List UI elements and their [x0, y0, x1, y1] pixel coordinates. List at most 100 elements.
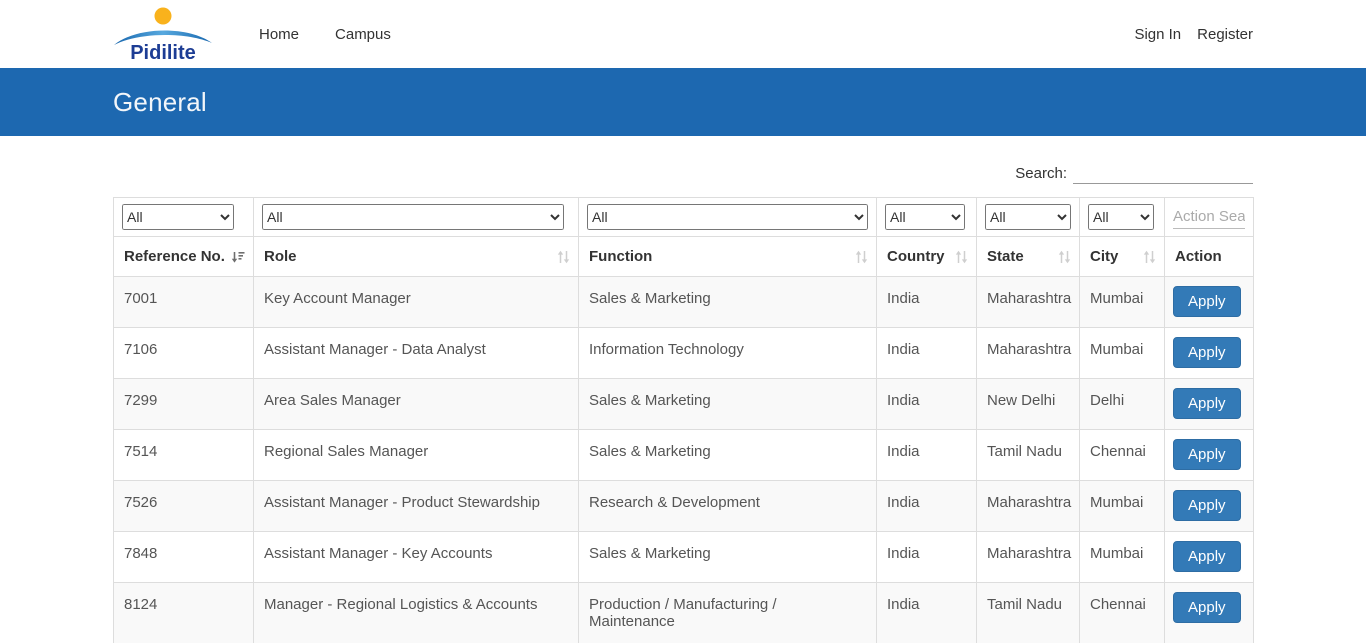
- column-label: Role: [264, 248, 297, 265]
- cell-function: Sales & Marketing: [579, 532, 877, 583]
- cell-city: Delhi: [1080, 379, 1165, 430]
- job-row: 7526 Assistant Manager - Product Steward…: [114, 481, 1254, 532]
- cell-action: Apply: [1165, 430, 1254, 481]
- cell-role: Assistant Manager - Product Stewardship: [254, 481, 579, 532]
- job-row: 7514 Regional Sales Manager Sales & Mark…: [114, 430, 1254, 481]
- cell-country: India: [877, 583, 977, 643]
- column-header-role[interactable]: Role: [254, 237, 579, 277]
- job-row: 7106 Assistant Manager - Data Analyst In…: [114, 328, 1254, 379]
- column-header-country[interactable]: Country: [877, 237, 977, 277]
- cell-function: Sales & Marketing: [579, 379, 877, 430]
- cell-role: Key Account Manager: [254, 277, 579, 328]
- main-nav: Home Campus: [259, 26, 391, 43]
- cell-function: Production / Manufacturing / Maintenance: [579, 583, 877, 643]
- cell-country: India: [877, 379, 977, 430]
- top-header: Pidilite Home Campus Sign In Register: [0, 0, 1366, 68]
- cell-function: Sales & Marketing: [579, 277, 877, 328]
- jobs-table: All All All All All All Reference No.: [113, 197, 1254, 643]
- search-input[interactable]: [1073, 162, 1253, 184]
- cell-state: Maharashtra: [977, 277, 1080, 328]
- job-row: 7848 Assistant Manager - Key Accounts Sa…: [114, 532, 1254, 583]
- function-filter-select[interactable]: All: [587, 204, 868, 230]
- apply-button[interactable]: Apply: [1173, 388, 1241, 419]
- cell-reference: 8124: [114, 583, 254, 643]
- search-row: Search:: [113, 162, 1253, 184]
- cell-reference: 7514: [114, 430, 254, 481]
- column-header-city[interactable]: City: [1080, 237, 1165, 277]
- sign-in-link[interactable]: Sign In: [1134, 26, 1181, 43]
- column-label: Country: [887, 248, 945, 265]
- cell-city: Chennai: [1080, 430, 1165, 481]
- cell-city: Mumbai: [1080, 532, 1165, 583]
- nav-campus[interactable]: Campus: [335, 26, 391, 43]
- hero-banner: General: [0, 68, 1366, 136]
- pidilite-logo[interactable]: Pidilite: [113, 7, 213, 63]
- job-row: 7299 Area Sales Manager Sales & Marketin…: [114, 379, 1254, 430]
- cell-function: Information Technology: [579, 328, 877, 379]
- column-header-function[interactable]: Function: [579, 237, 877, 277]
- sort-both-icon: [855, 250, 868, 264]
- reference-filter-select[interactable]: All: [122, 204, 234, 230]
- cell-city: Mumbai: [1080, 481, 1165, 532]
- auth-nav: Sign In Register: [1134, 26, 1253, 43]
- cell-action: Apply: [1165, 583, 1254, 643]
- cell-state: Maharashtra: [977, 481, 1080, 532]
- sort-both-icon: [955, 250, 968, 264]
- page-title: General: [113, 87, 207, 118]
- cell-action: Apply: [1165, 379, 1254, 430]
- column-header-state[interactable]: State: [977, 237, 1080, 277]
- job-row: 7001 Key Account Manager Sales & Marketi…: [114, 277, 1254, 328]
- cell-reference: 7299: [114, 379, 254, 430]
- cell-state: Maharashtra: [977, 328, 1080, 379]
- cell-action: Apply: [1165, 277, 1254, 328]
- cell-role: Assistant Manager - Data Analyst: [254, 328, 579, 379]
- state-filter-select[interactable]: All: [985, 204, 1071, 230]
- cell-state: Maharashtra: [977, 532, 1080, 583]
- table-header-row: Reference No. Role: [114, 237, 1254, 277]
- main-content: Search: All All All All All All: [113, 162, 1253, 643]
- apply-button[interactable]: Apply: [1173, 337, 1241, 368]
- cell-role: Area Sales Manager: [254, 379, 579, 430]
- column-label: Action: [1175, 248, 1222, 265]
- apply-button[interactable]: Apply: [1173, 541, 1241, 572]
- cell-function: Sales & Marketing: [579, 430, 877, 481]
- role-filter-select[interactable]: All: [262, 204, 564, 230]
- cell-role: Manager - Regional Logistics & Accounts: [254, 583, 579, 643]
- cell-city: Mumbai: [1080, 328, 1165, 379]
- nav-home[interactable]: Home: [259, 26, 299, 43]
- cell-country: India: [877, 430, 977, 481]
- cell-country: India: [877, 277, 977, 328]
- city-filter-select[interactable]: All: [1088, 204, 1154, 230]
- country-filter-select[interactable]: All: [885, 204, 965, 230]
- table-body: 7001 Key Account Manager Sales & Marketi…: [114, 277, 1254, 643]
- apply-button[interactable]: Apply: [1173, 592, 1241, 623]
- cell-action: Apply: [1165, 532, 1254, 583]
- cell-country: India: [877, 328, 977, 379]
- column-header-action: Action: [1165, 237, 1254, 277]
- action-search-input[interactable]: [1173, 205, 1245, 229]
- cell-country: India: [877, 532, 977, 583]
- apply-button[interactable]: Apply: [1173, 286, 1241, 317]
- cell-action: Apply: [1165, 328, 1254, 379]
- cell-state: New Delhi: [977, 379, 1080, 430]
- sort-descending-icon: [231, 250, 245, 264]
- filter-row: All All All All All All: [114, 198, 1254, 237]
- column-label: Function: [589, 248, 652, 265]
- cell-action: Apply: [1165, 481, 1254, 532]
- apply-button[interactable]: Apply: [1173, 439, 1241, 470]
- cell-function: Research & Development: [579, 481, 877, 532]
- column-label: City: [1090, 248, 1118, 265]
- cell-city: Mumbai: [1080, 277, 1165, 328]
- apply-button[interactable]: Apply: [1173, 490, 1241, 521]
- column-label: State: [987, 248, 1024, 265]
- cell-state: Tamil Nadu: [977, 430, 1080, 481]
- search-label: Search:: [1015, 165, 1067, 182]
- cell-role: Regional Sales Manager: [254, 430, 579, 481]
- cell-city: Chennai: [1080, 583, 1165, 643]
- logo-text: Pidilite: [130, 42, 196, 63]
- cell-country: India: [877, 481, 977, 532]
- register-link[interactable]: Register: [1197, 26, 1253, 43]
- cell-role: Assistant Manager - Key Accounts: [254, 532, 579, 583]
- cell-reference: 7106: [114, 328, 254, 379]
- column-header-reference[interactable]: Reference No.: [114, 237, 254, 277]
